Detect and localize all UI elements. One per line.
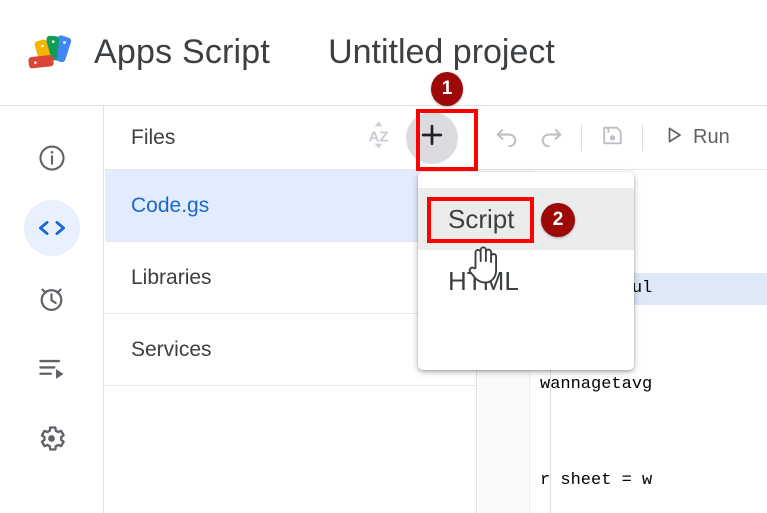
app-name-label: Apps Script (94, 33, 271, 71)
left-nav-rail (0, 106, 104, 513)
apps-script-window: Apps Script Untitled project Files AZ Co… (0, 0, 767, 513)
play-triangle-icon (664, 125, 684, 151)
annotation-badge-2: 2 (541, 203, 575, 237)
redo-button[interactable] (530, 117, 572, 159)
file-label: Services (131, 337, 212, 361)
add-file-button-wrapper (404, 110, 460, 166)
apps-script-logo-icon (28, 33, 80, 73)
code-brackets-icon (36, 213, 68, 243)
annotation-badge-1: 1 (431, 72, 463, 106)
save-disk-icon (600, 123, 625, 153)
editor-toolbar: Run (478, 106, 767, 170)
file-label: Code.gs (131, 193, 210, 217)
run-button[interactable]: Run (652, 125, 730, 151)
dropdown-item-html[interactable]: HTML (418, 250, 634, 312)
undo-icon (494, 122, 520, 153)
executions-list-icon (37, 355, 67, 381)
project-name-label[interactable]: Untitled project (328, 33, 555, 72)
run-label: Run (693, 126, 730, 148)
code-line: r sheet = w (540, 471, 653, 490)
sort-az-button[interactable]: AZ (358, 118, 398, 158)
files-title-label: Files (131, 125, 176, 149)
app-header: Apps Script Untitled project (0, 0, 767, 105)
files-panel-header: Files AZ (105, 106, 476, 170)
mouse-cursor-pointer-icon (466, 243, 502, 292)
save-button[interactable] (591, 117, 633, 159)
toolbar-divider-2 (642, 124, 643, 151)
gear-icon (36, 423, 67, 454)
sort-az-icon: AZ (365, 120, 392, 155)
file-label: Libraries (131, 265, 212, 289)
plus-icon (418, 121, 446, 154)
svg-text:AZ: AZ (368, 128, 388, 145)
add-file-button[interactable] (406, 111, 458, 164)
sidebar-item-executions[interactable] (24, 340, 80, 396)
sidebar-item-triggers[interactable] (24, 270, 80, 326)
info-circle-icon (37, 143, 67, 173)
dropdown-item-script[interactable]: Script (418, 188, 634, 250)
redo-icon (538, 122, 564, 153)
undo-button[interactable] (486, 117, 528, 159)
sidebar-item-overview[interactable] (24, 130, 80, 186)
sidebar-item-editor[interactable] (23, 200, 80, 256)
toolbar-divider-1 (581, 124, 582, 151)
code-line: wannagetavg (540, 375, 653, 394)
alarm-clock-icon (36, 283, 67, 314)
add-file-dropdown-menu: Script HTML (418, 172, 634, 370)
sidebar-item-settings[interactable] (24, 410, 80, 466)
dropdown-item-label: Script (448, 203, 515, 234)
